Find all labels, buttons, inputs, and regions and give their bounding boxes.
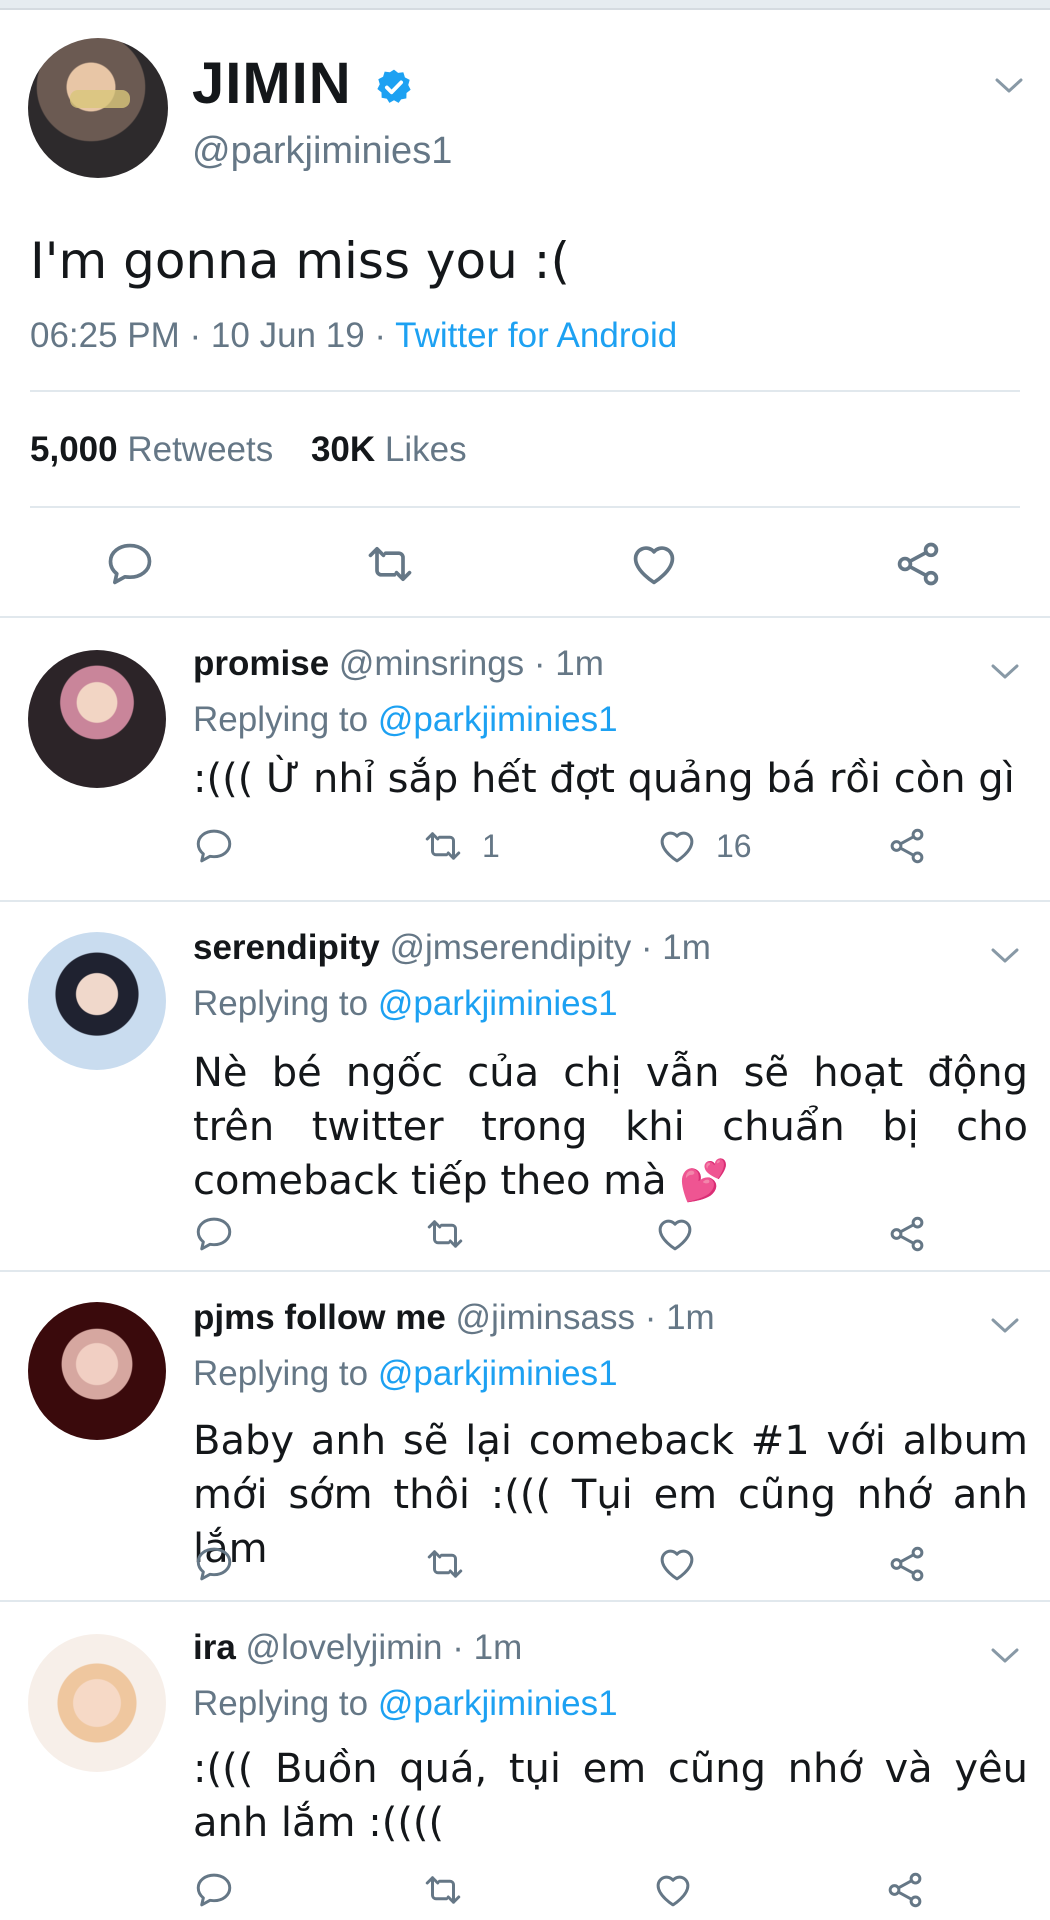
like-button[interactable]: 16 xyxy=(656,824,752,868)
replying-to-label: Replying to xyxy=(193,1354,378,1393)
reply-icon xyxy=(196,1217,232,1251)
replying-to-link[interactable]: @parkjiminies1 xyxy=(378,1354,618,1393)
retweet-button[interactable] xyxy=(424,1212,484,1256)
reply-icon xyxy=(196,1873,232,1907)
tweet-timestamp[interactable]: 06:25 PM · 10 Jun 19 · xyxy=(30,316,395,355)
divider xyxy=(30,506,1020,508)
chevron-down-icon[interactable] xyxy=(994,76,1024,96)
retweet-icon xyxy=(427,1220,463,1248)
user-handle[interactable]: @jmserendipity · 1m xyxy=(389,928,710,967)
tweet-actions xyxy=(0,538,1050,598)
likes-label: Likes xyxy=(384,430,467,469)
retweet-icon xyxy=(425,1876,461,1904)
chevron-down-icon[interactable] xyxy=(990,1646,1020,1666)
share-button[interactable] xyxy=(886,1212,928,1256)
tweet-stats: 5,000 Retweets 30K Likes xyxy=(30,430,467,470)
verified-badge-icon xyxy=(377,69,411,103)
replying-to-label: Replying to xyxy=(193,984,378,1023)
retweet-icon[interactable] xyxy=(364,538,416,590)
reply-header: ira @lovelyjimin · 1m xyxy=(193,1628,522,1668)
likes-stat[interactable]: 30K Likes xyxy=(311,430,467,469)
replying-to-link[interactable]: @parkjiminies1 xyxy=(378,700,618,739)
share-icon[interactable] xyxy=(892,538,944,590)
heart-icon[interactable] xyxy=(628,538,680,590)
tweet-meta: 06:25 PM · 10 Jun 19 · Twitter for Andro… xyxy=(30,316,677,356)
chevron-down-icon[interactable] xyxy=(990,946,1020,966)
like-button[interactable] xyxy=(652,1868,712,1912)
likes-count: 30K xyxy=(310,430,376,469)
user-handle[interactable]: @minsrings · 1m xyxy=(339,644,604,683)
replying-to-link[interactable]: @parkjiminies1 xyxy=(378,1684,618,1723)
chevron-down-icon[interactable] xyxy=(990,1316,1020,1336)
reply-icon[interactable] xyxy=(104,538,156,590)
user-handle[interactable]: @lovelyjimin · 1m xyxy=(246,1628,523,1667)
like-count: 16 xyxy=(716,827,752,864)
tweet-text: I'm gonna miss you :( xyxy=(30,232,571,290)
retweets-stat[interactable]: 5,000 Retweets xyxy=(30,430,273,469)
display-name[interactable]: serendipity xyxy=(193,928,380,967)
avatar[interactable] xyxy=(28,1634,166,1772)
heart-icon xyxy=(656,1875,690,1907)
reply-tweet[interactable]: serendipity @jmserendipity · 1m Replying… xyxy=(0,902,1050,1272)
reply-tweet[interactable]: promise @minsrings · 1m Replying to @par… xyxy=(0,618,1050,902)
avatar[interactable] xyxy=(28,38,168,178)
display-name[interactable]: pjms follow me xyxy=(193,1298,446,1337)
retweet-icon xyxy=(425,832,461,860)
user-handle[interactable]: @jiminsass · 1m xyxy=(456,1298,715,1337)
reply-icon xyxy=(196,1547,232,1581)
heart-icon xyxy=(660,1549,694,1581)
divider xyxy=(30,390,1020,392)
reply-header: pjms follow me @jiminsass · 1m xyxy=(193,1298,715,1338)
share-icon xyxy=(890,1216,924,1252)
reply-button[interactable] xyxy=(193,824,235,868)
replying-to: Replying to @parkjiminies1 xyxy=(193,1684,618,1724)
tweet-source-link[interactable]: Twitter for Android xyxy=(395,316,677,355)
replying-to: Replying to @parkjiminies1 xyxy=(193,700,618,740)
reply-tweet[interactable]: ira @lovelyjimin · 1m Replying to @parkj… xyxy=(0,1602,1050,1920)
replying-to-label: Replying to xyxy=(193,1684,378,1723)
retweets-label: Retweets xyxy=(127,430,274,469)
avatar[interactable] xyxy=(28,650,166,788)
retweet-icon xyxy=(427,1550,463,1578)
heart-icon xyxy=(660,831,694,863)
share-button[interactable] xyxy=(886,824,928,868)
like-button[interactable] xyxy=(654,1212,714,1256)
retweet-button[interactable] xyxy=(424,1542,484,1586)
reply-header: serendipity @jmserendipity · 1m xyxy=(193,928,711,968)
replying-to: Replying to @parkjiminies1 xyxy=(193,1354,618,1394)
display-name[interactable]: ira xyxy=(193,1628,236,1667)
avatar[interactable] xyxy=(28,1302,166,1440)
user-handle[interactable]: @parkjiminies1 xyxy=(192,130,452,173)
reply-button[interactable] xyxy=(193,1212,235,1256)
top-border xyxy=(0,0,1050,10)
retweet-button[interactable]: 1 xyxy=(422,824,500,868)
retweet-button[interactable] xyxy=(422,1868,482,1912)
reply-text: :((( Buồn quá, tụi em cũng nhớ và yêu an… xyxy=(193,1746,1028,1846)
retweet-count: 1 xyxy=(482,827,500,864)
like-button[interactable] xyxy=(656,1542,716,1586)
share-icon xyxy=(890,828,924,864)
chevron-down-icon[interactable] xyxy=(990,662,1020,682)
replying-to: Replying to @parkjiminies1 xyxy=(193,984,618,1024)
reply-tweet[interactable]: pjms follow me @jiminsass · 1m Replying … xyxy=(0,1272,1050,1602)
display-name[interactable]: promise xyxy=(193,644,329,683)
replying-to-label: Replying to xyxy=(193,700,378,739)
reply-button[interactable] xyxy=(193,1868,235,1912)
share-button[interactable] xyxy=(884,1868,926,1912)
main-tweet: JIMIN @parkjiminies1 I'm gonna miss you … xyxy=(0,10,1050,618)
reply-button[interactable] xyxy=(193,1542,235,1586)
replying-to-link[interactable]: @parkjiminies1 xyxy=(378,984,618,1023)
share-icon xyxy=(890,1546,924,1582)
avatar[interactable] xyxy=(28,932,166,1070)
reply-icon xyxy=(196,829,232,863)
reply-header: promise @minsrings · 1m xyxy=(193,644,604,684)
share-button[interactable] xyxy=(886,1542,928,1586)
reply-text: Nè bé ngốc của chị vẫn sẽ hoạt động trên… xyxy=(193,1050,1028,1204)
retweets-count: 5,000 xyxy=(30,430,118,469)
reply-text: :((( Ừ nhỉ sắp hết đợt quảng bá rồi còn … xyxy=(193,756,1015,802)
display-name[interactable]: JIMIN xyxy=(192,50,352,117)
heart-icon xyxy=(658,1219,692,1251)
share-icon xyxy=(888,1872,922,1908)
